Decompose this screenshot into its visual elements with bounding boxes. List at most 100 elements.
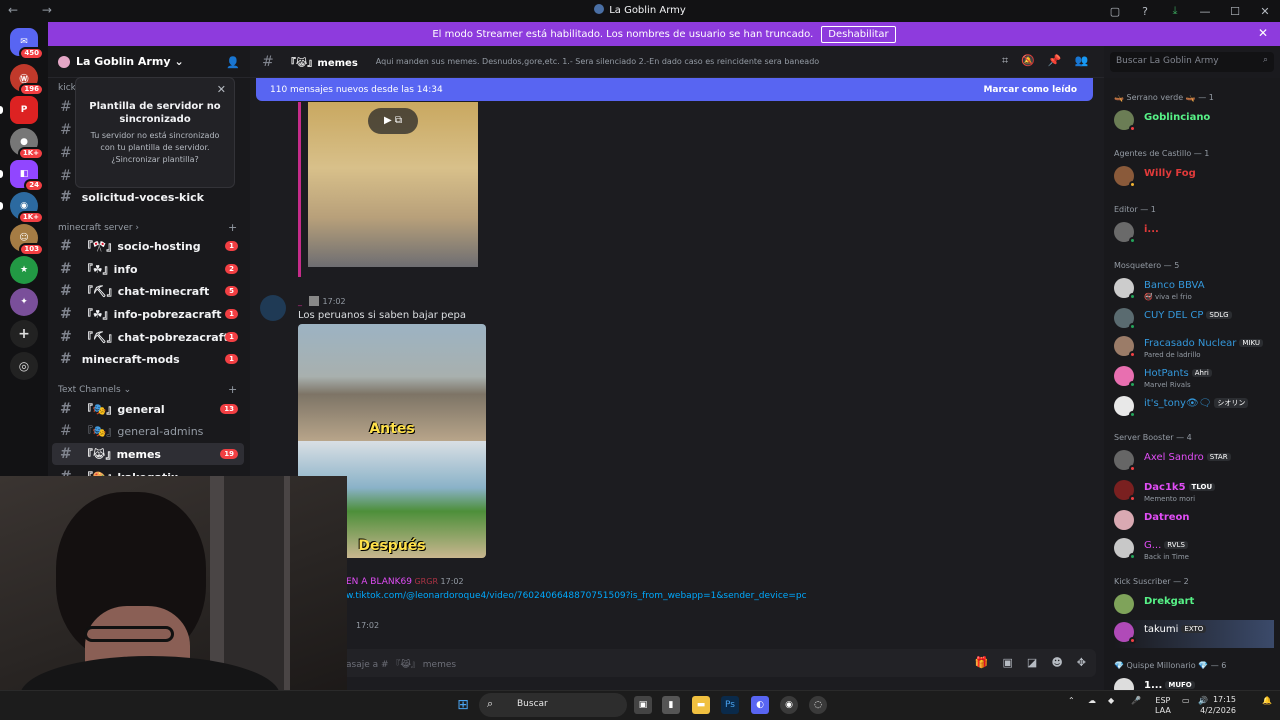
close-button[interactable]: ✕ (1250, 5, 1280, 18)
add-channel-icon[interactable]: + (228, 221, 237, 234)
tray-icon[interactable]: ◆ (1108, 696, 1114, 705)
search-input[interactable]: Buscar La Goblin Army ⌕ (1110, 52, 1274, 72)
member-item[interactable]: Dac1k5 TLOU Memento mori (1114, 478, 1276, 506)
member-item[interactable]: it's_tony👁🗨 シオリン (1114, 394, 1276, 422)
add-server-icon[interactable]: + (10, 320, 38, 348)
meme-top: Antes (298, 324, 486, 441)
photoshop-icon[interactable]: Ps (721, 696, 739, 714)
microphone-icon[interactable]: 🎤 (1131, 696, 1141, 705)
dm-home-icon[interactable]: ✉ 450 (10, 28, 44, 60)
tray-icon[interactable]: ☁ (1088, 696, 1096, 705)
category-text[interactable]: Text Channels ⌄ + (58, 383, 237, 396)
status-icon (1129, 293, 1136, 300)
server-icon[interactable]: P (10, 96, 38, 124)
member-item[interactable]: Drekgart (1114, 592, 1276, 620)
pin-icon[interactable]: 📌 (1048, 54, 1062, 68)
mark-read-button[interactable]: Marcar como leído (983, 85, 1077, 95)
member-item[interactable]: Fracasado Nuclear MIKU Pared de ladrillo (1114, 334, 1276, 362)
sticker-icon[interactable]: ◪ (1027, 656, 1037, 669)
member-item[interactable]: G... RVLS Back in Time (1114, 536, 1276, 564)
app-icon[interactable]: ◌ (809, 696, 827, 714)
author-name[interactable]: _ (298, 297, 302, 306)
download-icon[interactable]: ⤓ (1160, 4, 1190, 18)
channel-item[interactable]: # 『🎭』general 13 (52, 398, 244, 420)
channel-item[interactable]: # 『⛏』chat-pobrezacraft 1 (52, 326, 244, 348)
emoji-icon[interactable]: ☻ (1051, 656, 1062, 669)
gift-icon[interactable]: 🎁 (975, 656, 989, 669)
close-icon[interactable]: ✕ (217, 83, 226, 96)
notification-icon[interactable]: 🔔 (1262, 696, 1272, 705)
apps-icon[interactable]: ✥ (1077, 656, 1086, 669)
member-item[interactable]: takumi EXTO (1114, 620, 1274, 648)
disable-button[interactable]: Deshabilitar (821, 25, 896, 43)
member-item[interactable]: CUY DEL CP SDLG (1114, 306, 1276, 334)
message-link[interactable]: w.tiktok.com/@leonardoroque4/video/76024… (346, 591, 807, 601)
play-icon[interactable]: ▶ ⧉ (368, 108, 418, 134)
server-icon[interactable]: ★ (10, 256, 38, 284)
member-item[interactable]: Willy Fog (1114, 164, 1276, 192)
channel-item[interactable]: # 『🎌』socio-hosting 1 (52, 235, 244, 257)
member-name: Axel Sandro (1144, 452, 1204, 463)
twitch-server-icon[interactable]: ◧ 24 (10, 160, 44, 192)
server-icon[interactable]: ● 1K+ (10, 128, 44, 160)
category-minecraft[interactable]: minecraft server › + (58, 221, 237, 234)
server-header[interactable]: La Goblin Army ⌄ 👤 (48, 46, 250, 78)
timestamp: 17:02 (356, 621, 380, 630)
member-item[interactable]: i... (1114, 220, 1276, 248)
discord-taskbar-icon[interactable]: ◐ (751, 696, 769, 714)
popup-message[interactable]: Tu servidor no está sincronizado con tu … (86, 130, 224, 166)
popup-title: Plantilla de servidor no sincronizado (89, 101, 221, 125)
add-user-icon[interactable]: 👤 (226, 56, 240, 69)
close-icon[interactable]: ✕ (1258, 26, 1268, 40)
new-messages-bar[interactable]: 110 mensajes nuevos desde las 14:34 Marca… (256, 78, 1093, 101)
member-item[interactable]: Banco BBVA 🚭 viva el frio (1114, 276, 1276, 304)
member-item[interactable]: 1... MUFO (1114, 676, 1276, 690)
channel-item[interactable]: # 『⛏』chat-minecraft 5 (52, 280, 244, 302)
member-item[interactable]: HotPants Ahri Marvel Rivals (1114, 364, 1276, 392)
add-channel-icon[interactable]: + (228, 383, 237, 396)
clock[interactable]: 17:15 4/2/2026 (1200, 694, 1236, 716)
server-icon[interactable]: Ⓦ 196 (10, 64, 44, 96)
new-messages-text: 110 mensajes nuevos desde las 14:34 (270, 84, 443, 95)
chevron-up-icon[interactable]: ⌃ (1068, 696, 1075, 705)
inbox-icon[interactable]: ▢ (1100, 5, 1130, 18)
server-icon[interactable]: ◉ 1K+ (10, 192, 44, 224)
threads-icon[interactable]: ⌗ (1002, 54, 1008, 68)
channel-solicitud[interactable]: # solicitud-voces-kick (52, 186, 244, 208)
member-item[interactable]: Axel Sandro STAR (1114, 448, 1276, 476)
network-icon[interactable]: ▭ (1182, 696, 1190, 705)
windows-start-icon[interactable]: ⊞ (454, 696, 472, 714)
channel-item[interactable]: # minecraft-mods 1 (52, 348, 244, 370)
mute-bell-icon[interactable]: 🔕 (1021, 54, 1035, 68)
server-icon (58, 55, 70, 68)
discover-icon[interactable]: ◎ (10, 352, 38, 380)
channel-name: 『🎌』socio-hosting (81, 240, 201, 253)
file-explorer-icon[interactable]: ▬ (692, 696, 710, 714)
member-item[interactable]: Datreon (1114, 508, 1276, 536)
channel-item-active[interactable]: # 『😹』memes 19 (52, 443, 244, 465)
mention-badge: 1 (225, 354, 238, 364)
language-indicator[interactable]: ESP LAA (1155, 696, 1171, 716)
minimize-button[interactable]: — (1190, 5, 1220, 18)
app-icon[interactable]: ▮ (662, 696, 680, 714)
message-input[interactable]: asaje a # 『😹』 memes (256, 649, 1096, 677)
server-icon[interactable]: ☺ 103 (10, 224, 44, 256)
server-icon[interactable]: ✦ (10, 288, 38, 316)
message-list: ▶ ⧉ 110 mensajes nuevos desde las 14:34 M… (250, 78, 1104, 645)
chrome-icon[interactable]: ◉ (780, 696, 798, 714)
member-item[interactable]: Goblinciano (1114, 108, 1276, 136)
author-name[interactable]: EN A BLANK69 (346, 577, 412, 587)
taskbar-search[interactable]: ⌕ Buscar (479, 693, 627, 717)
task-view-icon[interactable]: ▣ (634, 696, 652, 714)
member-list-icon[interactable]: 👥 (1075, 54, 1089, 68)
channel-item[interactable]: # 『☘』info 2 (52, 258, 244, 280)
avatar[interactable] (260, 295, 286, 321)
maximize-button[interactable]: ☐ (1220, 5, 1250, 18)
channel-topic[interactable]: Aqui manden sus memes. Desnudos,gore,etc… (376, 57, 819, 66)
gif-icon[interactable]: ▣ (1003, 656, 1013, 669)
channel-item[interactable]: # 『🎭』general-admins (52, 420, 244, 442)
role-header: Editor — 1 (1114, 205, 1156, 214)
channel-item[interactable]: # 『☘』info-pobrezacraft 1 (52, 303, 244, 325)
status-icon (1129, 181, 1136, 188)
help-icon[interactable]: ? (1130, 5, 1160, 18)
